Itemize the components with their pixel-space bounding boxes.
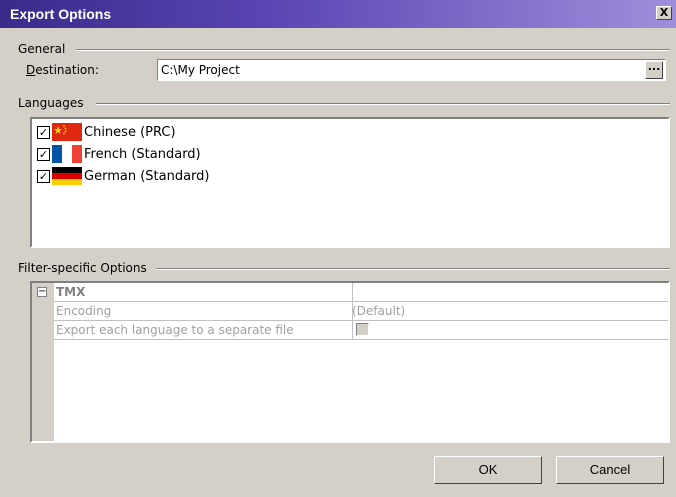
column-divider [352, 283, 353, 340]
destination-field[interactable]: C:\My Project ... [157, 59, 666, 81]
title-bar[interactable]: Export Options X [0, 0, 676, 28]
property-value[interactable]: (Default) [352, 304, 405, 318]
general-group-label: General [18, 42, 66, 56]
separate-file-checkbox[interactable] [356, 323, 369, 336]
languages-group-label: Languages [18, 96, 84, 110]
filter-group-label: Filter-specific Options [18, 261, 147, 275]
filter-divider [156, 268, 670, 270]
table-row[interactable]: Encoding (Default) [54, 302, 668, 321]
language-label: French (Standard) [84, 146, 201, 162]
property-name: Encoding [56, 304, 112, 318]
language-checkbox[interactable]: ✓ [37, 125, 50, 139]
general-divider [76, 49, 670, 51]
table-row[interactable]: Export each language to a separate file [54, 321, 668, 340]
grid-gutter [32, 283, 54, 441]
list-item[interactable]: ✓ German (Standard) [37, 167, 209, 185]
flag-france-icon [52, 145, 82, 163]
destination-label: Destination: [26, 63, 99, 77]
property-name: Export each language to a separate file [56, 323, 294, 337]
language-checkbox[interactable]: ✓ [37, 147, 50, 161]
flag-germany-icon [52, 167, 82, 185]
close-icon: X [659, 6, 669, 19]
ok-button[interactable]: OK [434, 456, 542, 484]
language-label: German (Standard) [84, 168, 210, 184]
languages-list[interactable]: ✓ Chinese (PRC) ✓ French (Standard) ✓ Ge… [30, 117, 670, 248]
property-grid[interactable]: − TMX Encoding (Default) Export each lan… [30, 281, 670, 443]
close-button[interactable]: X [656, 6, 672, 20]
cancel-button[interactable]: Cancel [556, 456, 664, 484]
collapse-icon[interactable]: − [37, 287, 47, 297]
browse-button[interactable]: ... [645, 61, 663, 79]
window-title: Export Options [10, 6, 112, 22]
category-label: TMX [56, 285, 86, 299]
flag-china-icon [52, 123, 82, 141]
list-item[interactable]: ✓ Chinese (PRC) [37, 123, 176, 141]
destination-value: C:\My Project [161, 63, 240, 77]
list-item[interactable]: ✓ French (Standard) [37, 145, 201, 163]
destination-accelerator: D [26, 63, 36, 77]
table-row[interactable]: TMX [54, 283, 668, 302]
language-label: Chinese (PRC) [84, 124, 176, 140]
destination-label-text: estination: [35, 63, 99, 77]
language-checkbox[interactable]: ✓ [37, 169, 50, 183]
export-options-dialog: Export Options X General Destination: C:… [0, 0, 676, 497]
languages-divider [96, 103, 670, 105]
